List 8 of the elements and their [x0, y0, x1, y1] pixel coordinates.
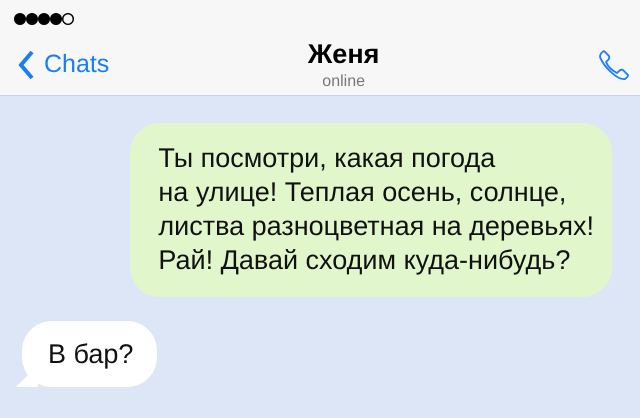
signal-icon — [13, 12, 75, 26]
contact-name: Женя — [308, 38, 380, 70]
message-bubble: В бар? — [16, 321, 158, 387]
message-bubble: Ты посмотри, какая погода на улице! Теплая осень, солнце, листва разноцветная на деревьях! Рай! Давай сходим куда-нибудь? — [130, 123, 612, 297]
chevron-icon — [18, 50, 34, 80]
contact-status: online — [322, 72, 365, 90]
back-button[interactable]: Chats — [18, 50, 110, 80]
phone-icon[interactable] — [598, 48, 630, 80]
